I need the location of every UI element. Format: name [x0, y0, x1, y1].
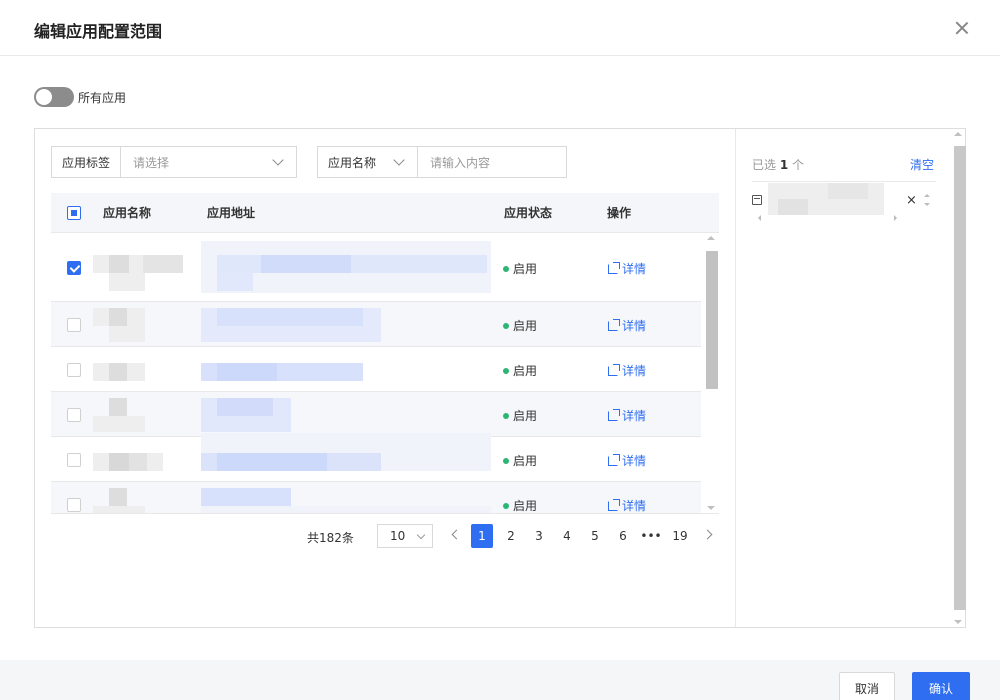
name-filter: 应用名称 请输入内容: [317, 146, 567, 178]
detail-link[interactable]: 详情: [608, 452, 646, 469]
col-actions: 操作: [607, 206, 632, 220]
table-scrollbar[interactable]: [703, 233, 719, 513]
prev-page-icon[interactable]: [451, 529, 462, 540]
status-badge: 启用: [503, 407, 537, 424]
detail-link[interactable]: 详情: [608, 317, 646, 334]
page-19[interactable]: 19: [668, 524, 692, 548]
page-5[interactable]: 5: [584, 524, 606, 548]
tag-filter-placeholder: 请选择: [133, 155, 170, 170]
external-link-icon: [608, 408, 620, 421]
row-checkbox[interactable]: [67, 261, 81, 275]
caret-down-icon[interactable]: [924, 203, 930, 206]
table-row[interactable]: 启用 详情: [51, 482, 701, 513]
external-link-icon: [608, 453, 620, 466]
selected-count: 已选 1 个: [752, 158, 805, 172]
confirm-button[interactable]: 确认: [912, 672, 970, 700]
selected-pane: 已选 1 个 清空 ×: [735, 129, 966, 627]
external-link-icon: [608, 498, 620, 511]
scroll-up-icon[interactable]: [707, 236, 715, 240]
dialog-title: 编辑应用配置范围: [34, 22, 163, 41]
detail-link[interactable]: 详情: [608, 260, 646, 277]
page-2[interactable]: 2: [500, 524, 522, 548]
external-link-icon: [608, 318, 620, 331]
chevron-down-icon: [393, 154, 405, 166]
total-count: 共182条: [307, 531, 354, 545]
cancel-button[interactable]: 取消: [839, 672, 895, 700]
selected-item: ×: [752, 183, 936, 223]
detail-link[interactable]: 详情: [608, 497, 646, 513]
col-app-name: 应用名称: [103, 206, 152, 220]
divider: [752, 181, 936, 182]
row-checkbox[interactable]: [67, 408, 81, 422]
scrollbar-thumb[interactable]: [706, 251, 718, 389]
page-6[interactable]: 6: [612, 524, 634, 548]
select-all-checkbox[interactable]: [67, 206, 81, 220]
page-1[interactable]: 1: [471, 524, 493, 548]
status-badge: 启用: [503, 497, 537, 513]
row-checkbox[interactable]: [67, 453, 81, 467]
scroll-down-icon[interactable]: [707, 506, 715, 510]
tag-filter-label: 应用标签: [52, 147, 122, 177]
page-3[interactable]: 3: [528, 524, 550, 548]
table-row[interactable]: 启用 详情: [51, 347, 701, 392]
next-page-icon[interactable]: [702, 529, 713, 540]
scroll-up-icon[interactable]: [954, 132, 962, 136]
page-ellipsis[interactable]: •••: [640, 524, 662, 548]
close-icon[interactable]: [954, 20, 970, 36]
detail-link[interactable]: 详情: [608, 407, 646, 424]
dialog-header: 编辑应用配置范围: [0, 0, 1000, 56]
caret-left-icon[interactable]: [758, 215, 761, 221]
status-badge: 启用: [503, 452, 537, 469]
table-row[interactable]: 启用 详情: [51, 433, 701, 482]
status-badge: 启用: [503, 260, 537, 277]
name-field-label: 应用名称: [328, 155, 377, 170]
row-checkbox[interactable]: [67, 498, 81, 512]
status-badge: 启用: [503, 317, 537, 334]
table-bottom-border: [51, 513, 719, 514]
all-apps-toggle[interactable]: [34, 87, 74, 107]
table-row[interactable]: 启用 详情: [51, 233, 701, 302]
cube-icon: [752, 195, 762, 205]
col-app-url: 应用地址: [207, 206, 256, 220]
name-field-select[interactable]: 应用名称: [318, 147, 418, 177]
chevron-down-icon: [272, 154, 284, 166]
row-checkbox[interactable]: [67, 318, 81, 332]
external-link-icon: [608, 261, 620, 274]
table-header: 应用名称 应用地址 应用状态 操作: [51, 193, 719, 233]
scrollbar-thumb[interactable]: [954, 146, 966, 610]
page-size-select[interactable]: 10: [377, 524, 433, 548]
selected-scrollbar[interactable]: [950, 129, 966, 627]
scroll-down-icon[interactable]: [954, 620, 962, 624]
status-badge: 启用: [503, 362, 537, 379]
all-apps-toggle-row: 所有应用: [34, 87, 126, 107]
clear-button[interactable]: 清空: [910, 156, 934, 173]
col-app-status: 应用状态: [504, 206, 553, 220]
page-4[interactable]: 4: [556, 524, 578, 548]
detail-link[interactable]: 详情: [608, 362, 646, 379]
caret-right-icon[interactable]: [894, 215, 897, 221]
table-row[interactable]: 启用 详情: [51, 392, 701, 437]
all-apps-label: 所有应用: [78, 90, 127, 105]
chevron-down-icon: [416, 530, 426, 539]
remove-item-icon[interactable]: ×: [906, 193, 917, 208]
caret-up-icon[interactable]: [924, 194, 930, 197]
row-checkbox[interactable]: [67, 363, 81, 377]
table-body: 启用 详情 启用 详情 启用 详情 启用 详情 启用 详情 启用 详情: [51, 233, 701, 513]
table-row[interactable]: 启用 详情: [51, 302, 701, 347]
page-size-value: 10: [390, 529, 406, 543]
selection-panel: 应用标签 请选择 应用名称 请输入内容 应用名称 应用地址 应用状态 操作 启用…: [34, 128, 966, 628]
tag-filter[interactable]: 应用标签 请选择: [51, 146, 297, 178]
name-search-input[interactable]: 请输入内容: [418, 154, 566, 171]
external-link-icon: [608, 363, 620, 376]
app-list-pane: 应用标签 请选择 应用名称 请输入内容 应用名称 应用地址 应用状态 操作 启用…: [35, 129, 735, 627]
